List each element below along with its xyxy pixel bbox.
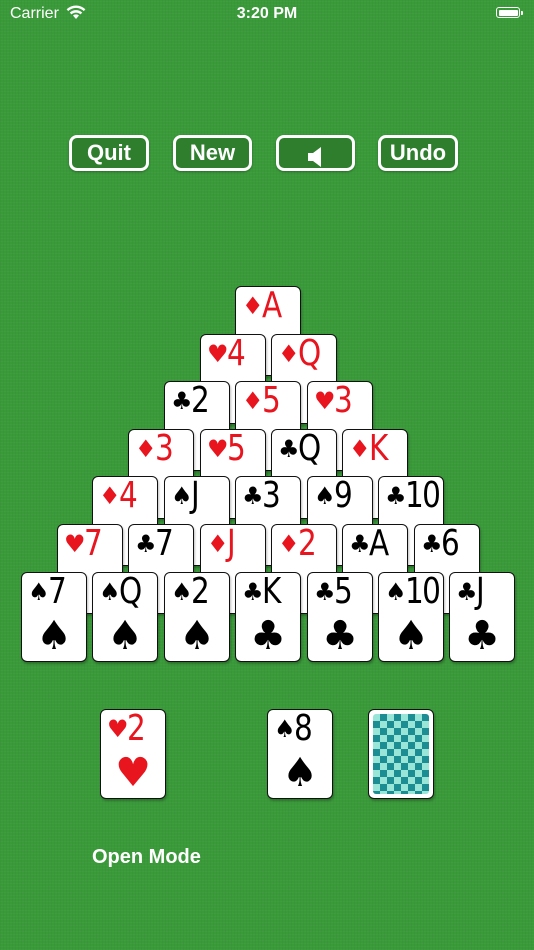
club-icon: ♣ [242, 482, 264, 510]
club-large-icon: ♣ [250, 613, 286, 659]
card-rank: 3 [262, 475, 281, 516]
spade-large-icon: ♠ [179, 613, 215, 659]
pyramid-card[interactable]: ♠ 2 ♠ [164, 572, 230, 662]
card-rank: Q [119, 571, 142, 612]
club-icon: ♣ [314, 578, 336, 606]
card-rank: 3 [155, 428, 174, 469]
spade-large-icon: ♠ [107, 613, 143, 659]
battery-icon [496, 7, 523, 18]
card-rank: 4 [227, 333, 246, 374]
diamond-icon: ♦ [349, 435, 371, 463]
card-rank: 6 [441, 523, 460, 564]
card-rank: J [476, 571, 485, 612]
club-icon: ♣ [278, 435, 300, 463]
club-icon: ♣ [456, 578, 478, 606]
card-rank: 2 [191, 380, 210, 421]
new-game-button[interactable]: New [173, 135, 252, 171]
diamond-icon: ♦ [278, 530, 300, 558]
status-bar: Carrier 3:20 PM [0, 0, 534, 30]
club-icon: ♣ [135, 530, 157, 558]
card-rank: 9 [334, 475, 353, 516]
diamond-icon: ♦ [242, 387, 264, 415]
diamond-icon: ♦ [99, 482, 121, 510]
speaker-icon [307, 145, 327, 175]
card-back-pattern [373, 714, 429, 794]
waste-card[interactable]: ♠ 8 ♠ [267, 709, 333, 799]
club-icon: ♣ [171, 387, 193, 415]
pyramid-card[interactable]: ♣ K ♣ [235, 572, 301, 662]
heart-icon: ♥ [107, 715, 129, 743]
stock-pile[interactable] [368, 709, 434, 799]
spade-icon: ♠ [314, 482, 336, 510]
diamond-icon: ♦ [207, 530, 229, 558]
card-rank: Q [298, 428, 321, 469]
pyramid-card[interactable]: ♣ 5 ♣ [307, 572, 373, 662]
heart-icon: ♥ [207, 340, 229, 368]
clock: 3:20 PM [236, 5, 298, 22]
spade-icon: ♠ [99, 578, 121, 606]
card-rank: 7 [84, 523, 103, 564]
card-rank: 5 [227, 428, 246, 469]
card-rank: A [262, 285, 282, 326]
diamond-icon: ♦ [242, 292, 264, 320]
club-large-icon: ♣ [322, 613, 358, 659]
heart-icon: ♥ [314, 387, 336, 415]
spade-icon: ♠ [28, 578, 50, 606]
undo-button[interactable]: Undo [378, 135, 458, 171]
sound-toggle-button[interactable] [276, 135, 355, 171]
card-rank: K [262, 571, 281, 612]
spade-icon: ♠ [171, 578, 193, 606]
club-icon: ♣ [349, 530, 371, 558]
card-rank: 10 [405, 475, 441, 516]
mode-label: Open Mode [92, 846, 201, 868]
pyramid-card[interactable]: ♠ 7 ♠ [21, 572, 87, 662]
card-rank: 2 [191, 571, 210, 612]
card-rank: 10 [405, 571, 441, 612]
card-rank: 5 [334, 571, 353, 612]
spade-icon: ♠ [385, 578, 407, 606]
card-rank: A [369, 523, 389, 564]
spade-icon: ♠ [171, 482, 193, 510]
card-rank: 4 [119, 475, 138, 516]
card-rank: 3 [334, 380, 353, 421]
club-large-icon: ♣ [464, 613, 500, 659]
club-icon: ♣ [385, 482, 407, 510]
card-rank: J [227, 523, 236, 564]
spade-icon: ♠ [274, 715, 296, 743]
card-rank: 2 [298, 523, 317, 564]
foundation-card[interactable]: ♥ 2 ♥ [100, 709, 166, 799]
spade-large-icon: ♠ [393, 613, 429, 659]
diamond-icon: ♦ [278, 340, 300, 368]
club-icon: ♣ [421, 530, 443, 558]
spade-large-icon: ♠ [282, 750, 318, 796]
heart-icon: ♥ [207, 435, 229, 463]
spade-large-icon: ♠ [36, 613, 72, 659]
pyramid-card[interactable]: ♠ 10 ♠ [378, 572, 444, 662]
card-rank: 8 [294, 708, 313, 749]
diamond-icon: ♦ [135, 435, 157, 463]
quit-button[interactable]: Quit [69, 135, 149, 171]
pyramid-card[interactable]: ♣ J ♣ [449, 572, 515, 662]
card-rank: 7 [48, 571, 67, 612]
card-rank: J [191, 475, 200, 516]
card-rank: Q [298, 333, 321, 374]
pyramid-card[interactable]: ♠ Q ♠ [92, 572, 158, 662]
card-rank: 5 [262, 380, 281, 421]
card-rank: 7 [155, 523, 174, 564]
card-rank: 2 [127, 708, 146, 749]
heart-large-icon: ♥ [115, 750, 151, 796]
heart-icon: ♥ [64, 530, 86, 558]
club-icon: ♣ [242, 578, 264, 606]
card-rank: K [369, 428, 388, 469]
